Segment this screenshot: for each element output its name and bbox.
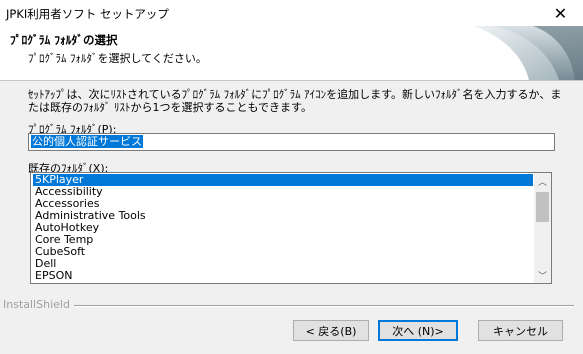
list-item[interactable]: 5KPlayer	[33, 174, 533, 186]
installshield-brand: InstallShield	[3, 298, 70, 311]
existing-folders-list[interactable]: 5KPlayer Accessibility Accessories Admin…	[30, 172, 552, 284]
scroll-thumb[interactable]	[536, 192, 549, 222]
scroll-up-button[interactable]: ︿	[534, 173, 551, 189]
scroll-down-button[interactable]: ﹀	[534, 267, 551, 283]
page-title: ﾌﾟﾛｸﾞﾗﾑ ﾌｫﾙﾀﾞの選択	[10, 33, 118, 47]
window-title: JPKI利用者ソフト セットアップ	[6, 7, 169, 21]
program-folder-input[interactable]: 公的個人認証サービス	[28, 133, 555, 151]
header-panel: ﾌﾟﾛｸﾞﾗﾑ ﾌｫﾙﾀﾞの選択 ﾌﾟﾛｸﾞﾗﾑ ﾌｫﾙﾀﾞを選択してください。	[0, 26, 583, 81]
chevron-up-icon: ︿	[537, 177, 547, 188]
close-icon: ✕	[553, 3, 568, 23]
description-text: ｾｯﾄｱｯﾌﾟは、次にﾘｽﾄされているﾌﾟﾛｸﾞﾗﾑ ﾌｫﾙﾀﾞにﾌﾟﾛｸﾞﾗﾑ…	[28, 88, 562, 114]
page-subtitle: ﾌﾟﾛｸﾞﾗﾑ ﾌｫﾙﾀﾞを選択してください。	[28, 52, 207, 65]
cancel-button[interactable]: キャンセル	[478, 320, 563, 341]
program-folder-value: 公的個人認証サービス	[31, 135, 143, 148]
footer-divider	[74, 305, 574, 307]
close-button[interactable]: ✕	[538, 0, 583, 26]
next-button[interactable]: 次へ (N)>	[378, 320, 458, 341]
list-scrollbar[interactable]: ︿ ﹀	[534, 173, 551, 283]
title-bar: JPKI利用者ソフト セットアップ ✕	[0, 0, 583, 27]
header-graphic-icon	[473, 26, 583, 80]
chevron-down-icon: ﹀	[537, 271, 547, 282]
back-button[interactable]: < 戻る(B)	[293, 320, 369, 341]
list-item[interactable]: EPSON	[33, 270, 74, 282]
